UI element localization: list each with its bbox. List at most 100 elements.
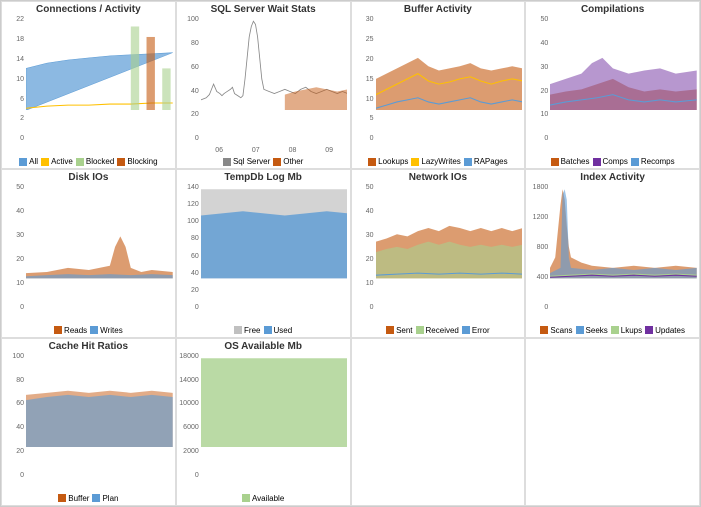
legend-recomps: Recomps — [631, 157, 675, 166]
chart-compilations-title: Compilations — [581, 4, 644, 15]
legend-used-box — [264, 326, 272, 334]
legend-updates-box — [645, 326, 653, 334]
tempdb-legend: Free Used — [234, 326, 292, 335]
chart-cache-hit-area: 100806040200 — [4, 353, 173, 493]
chart-buffer-activity-area: 302520151050 — [354, 16, 523, 156]
chart-tempdb-log-area: 140120100806040200 — [179, 184, 348, 324]
legend-blocking: Blocking — [117, 157, 157, 166]
tempdb-y-axis: 140120100806040200 — [179, 184, 201, 310]
chart-tempdb-log-title: TempDb Log Mb — [224, 172, 302, 183]
legend-reads-box — [54, 326, 62, 334]
sql-waits-y-axis: 100806040200 — [179, 16, 201, 142]
legend-used-label: Used — [274, 326, 293, 335]
legend-other-label: Other — [283, 157, 303, 166]
legend-error: Error — [462, 326, 490, 335]
legend-free-box — [234, 326, 242, 334]
legend-received-label: Received — [426, 326, 459, 335]
legend-rapages-label: RAPages — [474, 157, 508, 166]
legend-lkups-box — [611, 326, 619, 334]
legend-lazywrites: LazyWrites — [411, 157, 460, 166]
chart-index-activity: Index Activity 180012008004000 Scans — [525, 169, 700, 337]
index-legend: Scans Seeks Lkups Updates — [540, 326, 685, 335]
chart-connections: Connections / Activity 22181410620 All — [1, 1, 176, 169]
chart-sql-waits-area: 100806040200 06070809 — [179, 16, 348, 156]
legend-active-label: Active — [51, 157, 73, 166]
connections-y-axis: 22181410620 — [4, 16, 26, 142]
index-y-axis: 180012008004000 — [528, 184, 550, 310]
legend-lazywrites-box — [411, 158, 419, 166]
legend-buffer-label: Buffer — [68, 494, 89, 503]
legend-received-box — [416, 326, 424, 334]
legend-rapages-box — [464, 158, 472, 166]
legend-batches-label: Batches — [561, 157, 590, 166]
legend-seeks: Seeks — [576, 326, 608, 335]
legend-available-label: Available — [252, 494, 284, 503]
legend-comps: Comps — [593, 157, 628, 166]
cache-legend: Buffer Plan — [58, 494, 118, 503]
disk-legend: Reads Writes — [54, 326, 123, 335]
network-y-axis: 50403020100 — [354, 184, 376, 310]
chart-os-available-title: OS Available Mb — [224, 341, 302, 352]
network-legend: Sent Received Error — [386, 326, 490, 335]
legend-writes-label: Writes — [100, 326, 123, 335]
chart-network-ios: Network IOs 50403020100 Sent Received — [351, 169, 526, 337]
legend-batches-box — [551, 158, 559, 166]
os-y-axis: 180001400010000600020000 — [179, 353, 201, 479]
legend-all-label: All — [29, 157, 38, 166]
legend-received: Received — [416, 326, 459, 335]
legend-buffer-box — [58, 494, 66, 502]
chart-connections-area: 22181410620 — [4, 16, 173, 156]
compilations-legend: Batches Comps Recomps — [551, 157, 675, 166]
legend-writes: Writes — [90, 326, 123, 335]
chart-disk-ios-area: 50403020100 — [4, 184, 173, 324]
legend-sqlserver-label: Sql Server — [233, 157, 270, 166]
legend-blocked-label: Blocked — [86, 157, 114, 166]
legend-lookups: Lookups — [368, 157, 408, 166]
buffer-y-axis: 302520151050 — [354, 16, 376, 142]
legend-blocked: Blocked — [76, 157, 114, 166]
chart-sql-waits-title: SQL Server Wait Stats — [211, 4, 316, 15]
chart-connections-title: Connections / Activity — [36, 4, 141, 15]
legend-active: Active — [41, 157, 73, 166]
legend-updates-label: Updates — [655, 326, 685, 335]
legend-available-box — [242, 494, 250, 502]
disk-y-axis: 50403020100 — [4, 184, 26, 310]
chart-disk-ios: Disk IOs 50403020100 Reads Writes — [1, 169, 176, 337]
legend-sqlserver: Sql Server — [223, 157, 270, 166]
legend-writes-box — [90, 326, 98, 334]
legend-reads-label: Reads — [64, 326, 87, 335]
chart-tempdb-log: TempDb Log Mb 140120100806040200 Free Us… — [176, 169, 351, 337]
chart-buffer-activity-title: Buffer Activity — [404, 4, 472, 15]
legend-scans-label: Scans — [550, 326, 572, 335]
cache-y-axis: 100806040200 — [4, 353, 26, 479]
legend-error-box — [462, 326, 470, 334]
os-legend: Available — [242, 494, 284, 503]
legend-free-label: Free — [244, 326, 260, 335]
chart-os-available-area: 180001400010000600020000 — [179, 353, 348, 493]
legend-sent-label: Sent — [396, 326, 412, 335]
chart-index-activity-title: Index Activity — [580, 172, 645, 183]
legend-plan: Plan — [92, 494, 118, 503]
legend-blocking-box — [117, 158, 125, 166]
buffer-legend: Lookups LazyWrites RAPages — [368, 157, 507, 166]
chart-os-available: OS Available Mb 180001400010000600020000… — [176, 338, 351, 506]
legend-sqlserver-box — [223, 158, 231, 166]
legend-blocked-box — [76, 158, 84, 166]
legend-lkups-label: Lkups — [621, 326, 642, 335]
legend-comps-box — [593, 158, 601, 166]
chart-filler-2-area — [528, 342, 697, 503]
legend-comps-label: Comps — [603, 157, 628, 166]
legend-seeks-label: Seeks — [586, 326, 608, 335]
chart-disk-ios-title: Disk IOs — [68, 172, 108, 183]
chart-cache-hit: Cache Hit Ratios 100806040200 Buffer Pla… — [1, 338, 176, 506]
legend-other-box — [273, 158, 281, 166]
legend-plan-label: Plan — [102, 494, 118, 503]
legend-seeks-box — [576, 326, 584, 334]
legend-active-box — [41, 158, 49, 166]
chart-filler-1-area — [354, 342, 523, 503]
legend-rapages: RAPages — [464, 157, 508, 166]
legend-reads: Reads — [54, 326, 87, 335]
legend-scans-box — [540, 326, 548, 334]
legend-all: All — [19, 157, 38, 166]
legend-available: Available — [242, 494, 284, 503]
